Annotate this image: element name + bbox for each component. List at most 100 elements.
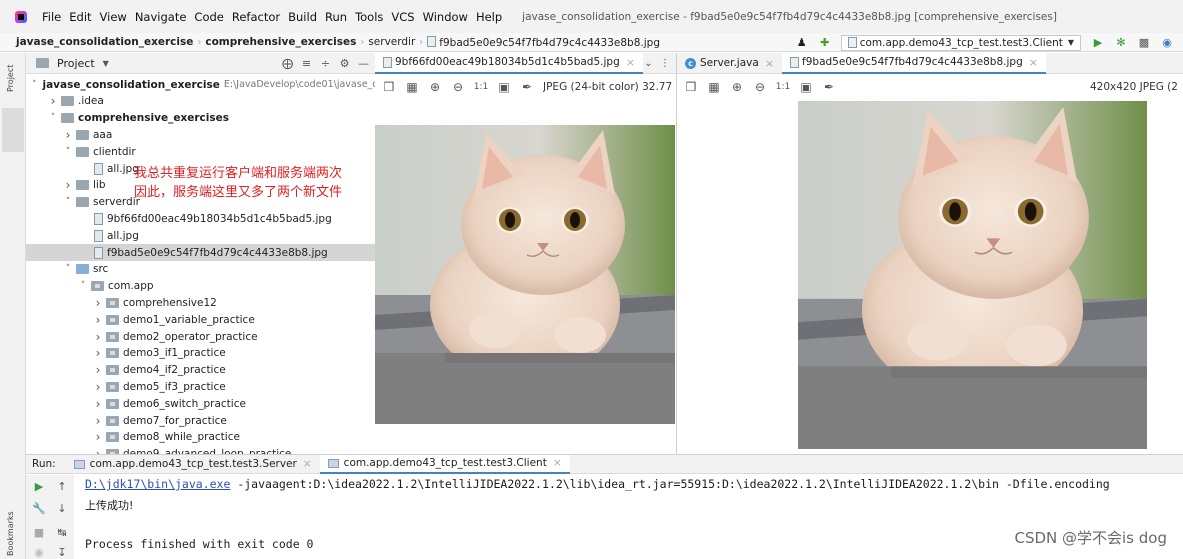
chevron-down-icon[interactable]: ˅ — [62, 147, 74, 157]
editor-tab-server-java[interactable]: c Server.java × — [677, 53, 782, 74]
grid-icon[interactable]: ▦ — [404, 79, 420, 95]
profile-icon[interactable]: ◉ — [1160, 36, 1174, 50]
close-icon[interactable]: × — [1029, 56, 1038, 69]
close-icon[interactable]: × — [303, 458, 312, 470]
chevron-down-icon[interactable]: ˅ — [77, 281, 89, 291]
java-exe-link[interactable]: D:\jdk17\bin\java.exe — [85, 477, 230, 491]
chevron-right-icon[interactable]: › — [92, 363, 104, 377]
scroll-up-icon[interactable]: ↑ — [55, 479, 69, 493]
zoom-out-icon[interactable]: ⊖ — [752, 79, 768, 95]
more-options-icon[interactable]: ⋮ — [660, 58, 670, 69]
project-panel-title[interactable]: Project — [57, 57, 95, 70]
zoom-in-icon[interactable]: ⊕ — [427, 79, 443, 95]
run-configuration-select[interactable]: com.app.demo43_tcp_test.test3.Client ▼ — [840, 34, 1081, 51]
chevron-right-icon[interactable]: › — [92, 380, 104, 394]
actual-size-icon[interactable]: 1:1 — [473, 79, 489, 95]
soft-wrap-icon[interactable]: ↹ — [55, 525, 69, 539]
actual-size-icon[interactable]: 1:1 — [775, 79, 791, 95]
tree-item[interactable]: › .idea — [26, 93, 375, 110]
chevron-right-icon[interactable]: › — [92, 346, 104, 360]
close-icon[interactable]: × — [765, 57, 774, 70]
color-picker-icon[interactable]: ✒ — [519, 79, 535, 95]
tree-item[interactable]: › demo7_for_practice — [26, 412, 375, 429]
coverage-icon[interactable]: ▩ — [1137, 36, 1151, 50]
menu-item-refactor[interactable]: Refactor — [232, 10, 280, 24]
editor-tab-image-right[interactable]: f9bad5e0e9c54f7fb4d79c4c4433e8b8.jpg × — [782, 52, 1046, 74]
breadcrumb-file[interactable]: f9bad5e0e9c54f7fb4d79c4c4433e8b8.jpg — [427, 35, 660, 49]
zoom-out-icon[interactable]: ⊖ — [450, 79, 466, 95]
chevron-right-icon[interactable]: › — [92, 330, 104, 344]
breadcrumb-project[interactable]: javase_consolidation_exercise — [16, 36, 193, 48]
menu-item-view[interactable]: View — [100, 10, 127, 24]
locate-file-icon[interactable]: ⨁ — [280, 55, 295, 71]
chevron-down-icon[interactable]: ˅ — [47, 113, 59, 123]
project-stripe-label[interactable]: Project — [6, 65, 15, 92]
menu-item-build[interactable]: Build — [288, 10, 317, 24]
fit-window-icon[interactable]: ▣ — [496, 79, 512, 95]
tree-item[interactable]: ˅ javase_consolidation_exercise E:\JavaDev… — [26, 76, 375, 93]
run-tab-server[interactable]: com.app.demo43_tcp_test.test3.Server × — [66, 455, 320, 474]
zoom-in-icon[interactable]: ⊕ — [729, 79, 745, 95]
debug-icon[interactable]: ✻ — [1114, 36, 1128, 50]
tree-item[interactable]: › demo8_while_practice — [26, 429, 375, 446]
tree-item[interactable]: ˅ src — [26, 261, 375, 278]
tree-item[interactable]: › demo5_if3_practice — [26, 378, 375, 395]
color-picker-icon[interactable]: ✒ — [821, 79, 837, 95]
run-tab-client[interactable]: com.app.demo43_tcp_test.test3.Client × — [319, 454, 570, 474]
rerun-icon[interactable]: ▶ — [32, 479, 46, 493]
scroll-to-end-icon[interactable]: ↧ — [55, 545, 69, 559]
chevron-right-icon[interactable]: › — [92, 313, 104, 327]
build-hammer-icon[interactable]: ✚ — [818, 36, 832, 50]
expand-all-icon[interactable]: ≡ — [299, 55, 314, 71]
tree-item[interactable]: 9bf66fd00eac49b18034b5d1c4b5bad5.jpg — [26, 210, 375, 227]
minimize-icon[interactable]: — — [356, 55, 371, 71]
breadcrumb-folder[interactable]: serverdir — [368, 36, 415, 48]
menu-item-file[interactable]: File — [42, 10, 61, 24]
chevron-down-icon[interactable]: ˅ — [32, 80, 37, 90]
stop-icon[interactable]: ■ — [32, 525, 46, 539]
chevron-right-icon[interactable]: › — [92, 397, 104, 411]
editor-tab-image[interactable]: 9bf66fd00eac49b18034b5d1c4b5bad5.jpg × — [375, 52, 643, 74]
menu-item-help[interactable]: Help — [476, 10, 502, 24]
chevron-right-icon[interactable]: › — [62, 128, 74, 142]
gear-icon[interactable]: ⚙ — [337, 55, 352, 71]
wrench-icon[interactable]: 🔧 — [32, 501, 46, 515]
bookmarks-stripe-label[interactable]: Bookmarks — [6, 511, 15, 556]
tree-item[interactable]: › comprehensive12 — [26, 294, 375, 311]
menu-item-code[interactable]: Code — [194, 10, 223, 24]
tree-item[interactable]: › demo4_if2_practice — [26, 362, 375, 379]
tree-item[interactable]: › demo6_switch_practice — [26, 395, 375, 412]
grid-icon[interactable]: ▦ — [706, 79, 722, 95]
scroll-down-icon[interactable]: ↓ — [55, 501, 69, 515]
menu-item-edit[interactable]: Edit — [69, 10, 91, 24]
tree-item[interactable]: ˅ comprehensive_exercises — [26, 110, 375, 127]
breadcrumb-module[interactable]: comprehensive_exercises — [205, 36, 356, 48]
project-tool-window-button[interactable] — [2, 108, 24, 152]
tree-item[interactable]: › demo3_if1_practice — [26, 345, 375, 362]
tree-item[interactable]: all.jpg — [26, 227, 375, 244]
fit-window-icon[interactable]: ▣ — [798, 79, 814, 95]
chevron-down-icon[interactable]: ˅ — [62, 197, 74, 207]
fit-zoom-icon[interactable]: ❒ — [683, 79, 699, 95]
tree-item[interactable]: ˅ clientdir — [26, 143, 375, 160]
fit-zoom-icon[interactable]: ❒ — [381, 79, 397, 95]
menu-item-window[interactable]: Window — [423, 10, 468, 24]
close-icon[interactable]: × — [626, 56, 635, 69]
menu-item-vcs[interactable]: VCS — [391, 10, 414, 24]
chevron-right-icon[interactable]: › — [62, 178, 74, 192]
tree-item[interactable]: ˅ com.app — [26, 278, 375, 295]
user-icon[interactable]: ♟ — [795, 36, 809, 50]
collapse-all-icon[interactable]: ÷ — [318, 55, 333, 71]
editor-split-divider[interactable] — [676, 53, 677, 454]
tree-item[interactable]: › demo2_operator_practice — [26, 328, 375, 345]
menu-item-run[interactable]: Run — [325, 10, 347, 24]
menu-item-navigate[interactable]: Navigate — [135, 10, 187, 24]
tabs-dropdown-icon[interactable]: ⌄ — [644, 58, 652, 69]
close-icon[interactable]: × — [553, 457, 562, 469]
chevron-down-icon[interactable]: ˅ — [62, 264, 74, 274]
chevron-right-icon[interactable]: › — [92, 296, 104, 310]
tree-item[interactable]: f9bad5e0e9c54f7fb4d79c4c4433e8b8.jpg — [26, 244, 375, 261]
chevron-down-icon[interactable]: ▼ — [103, 59, 109, 68]
menu-item-tools[interactable]: Tools — [355, 10, 383, 24]
chevron-right-icon[interactable]: › — [92, 414, 104, 428]
